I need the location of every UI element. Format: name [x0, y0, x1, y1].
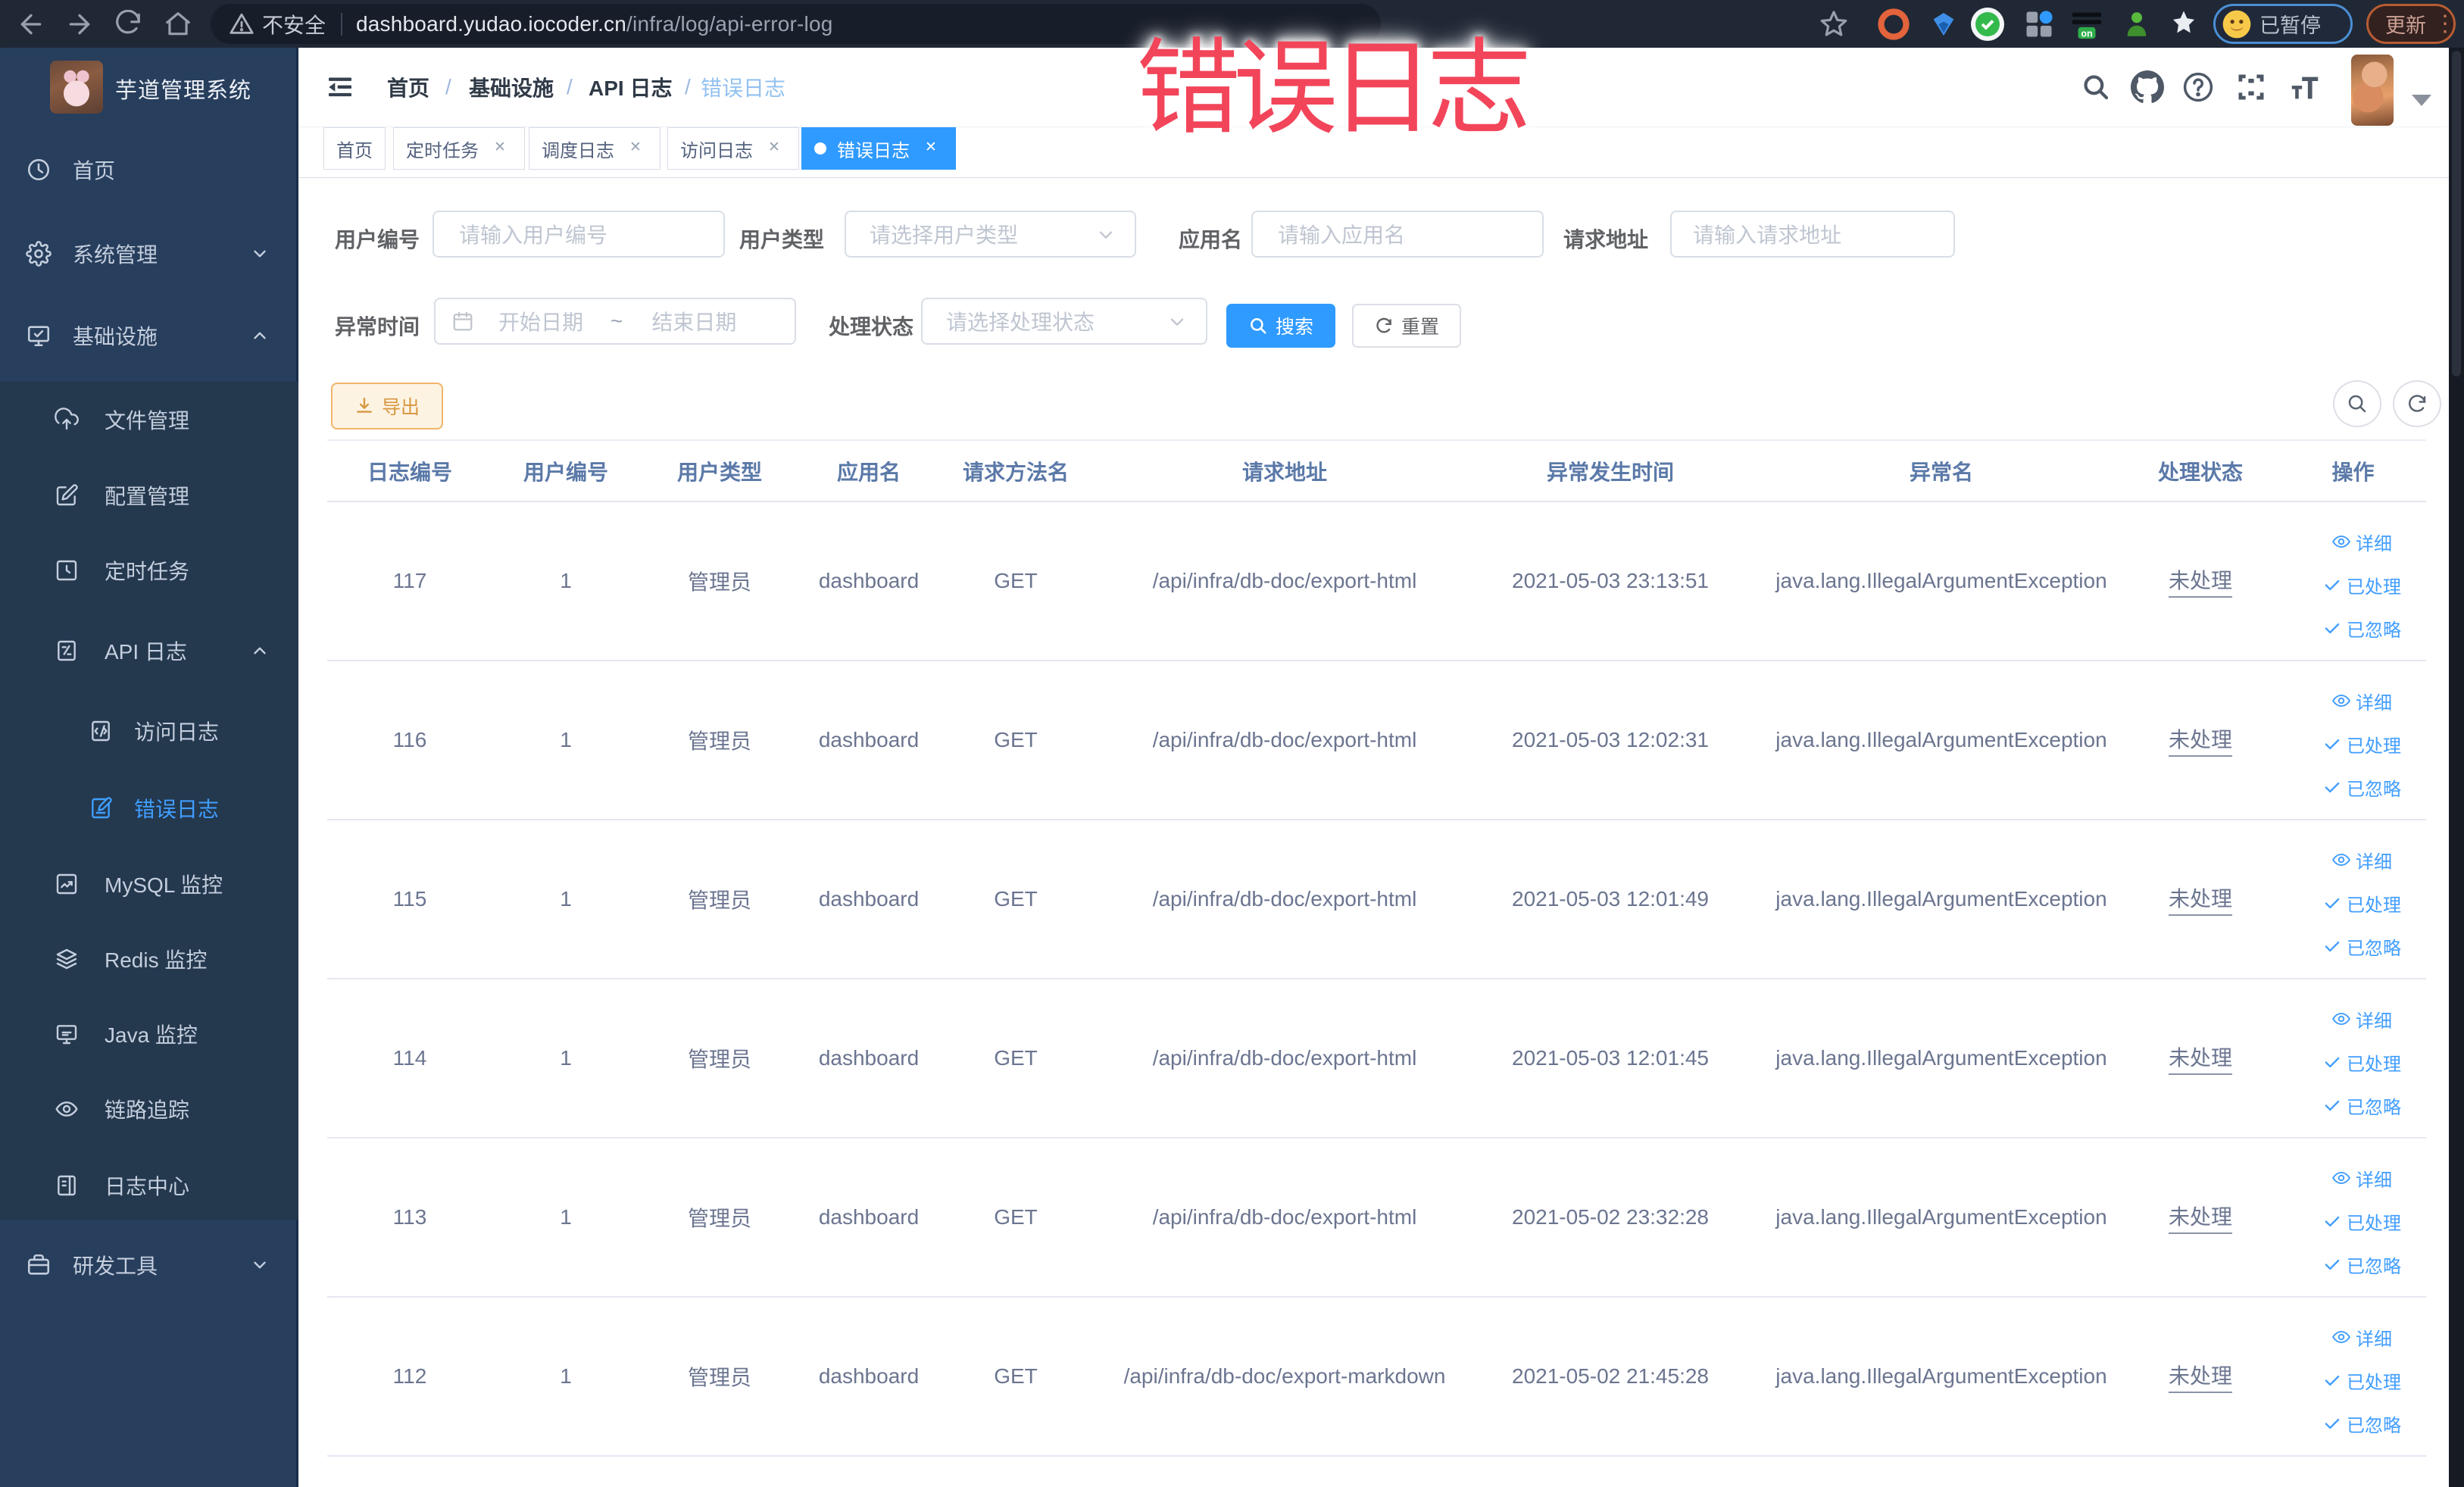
- svg-text:on: on: [2081, 28, 2092, 39]
